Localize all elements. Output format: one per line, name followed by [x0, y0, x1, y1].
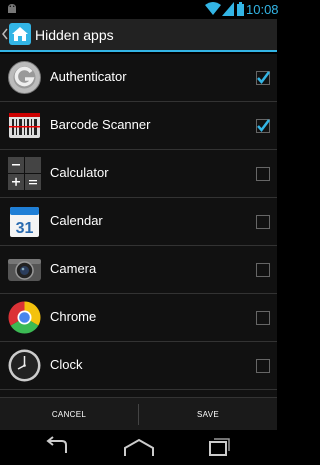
dialog-button-bar: CANCEL SAVE — [0, 397, 277, 430]
list-item[interactable]: Camera — [0, 246, 277, 294]
status-bar: 10:08 — [0, 0, 279, 19]
app-list[interactable]: Authenticator Barcode Scanner Calculator… — [0, 54, 277, 397]
recent-apps-icon[interactable] — [198, 436, 238, 458]
calendar-icon: 31 — [10, 207, 39, 237]
clock-icon — [8, 349, 41, 382]
app-label: Chrome — [50, 309, 97, 324]
back-icon[interactable] — [38, 436, 78, 458]
app-label: Calendar — [50, 213, 103, 228]
calculator-icon — [8, 157, 41, 190]
checkbox-unchecked[interactable] — [256, 311, 270, 325]
save-button[interactable]: SAVE — [139, 398, 277, 431]
app-label: Camera — [50, 261, 97, 276]
navigation-bar — [0, 430, 277, 465]
list-item[interactable]: Clock — [0, 342, 277, 390]
android-icon — [8, 4, 16, 13]
status-time: 10:08 — [246, 2, 279, 17]
app-label: Authenticator — [50, 69, 127, 84]
authenticator-icon — [8, 61, 41, 94]
list-item[interactable]: 31 Calendar — [0, 198, 277, 246]
action-bar: Hidden apps — [0, 19, 277, 52]
checkbox-checked[interactable] — [256, 71, 270, 85]
chevron-left-icon[interactable] — [2, 27, 8, 41]
battery-icon — [237, 2, 244, 16]
list-item[interactable]: Chrome — [0, 294, 277, 342]
list-item[interactable]: Calculator — [0, 150, 277, 198]
signal-icon — [222, 2, 234, 16]
cancel-button[interactable]: CANCEL — [0, 398, 138, 431]
checkbox-unchecked[interactable] — [256, 215, 270, 229]
list-item[interactable]: Barcode Scanner — [0, 102, 277, 150]
list-item[interactable]: Authenticator — [0, 54, 277, 102]
app-label: Calculator — [50, 165, 109, 180]
barcode-scanner-icon — [9, 113, 40, 138]
checkbox-unchecked[interactable] — [256, 359, 270, 373]
checkbox-unchecked[interactable] — [256, 167, 270, 181]
home-icon[interactable] — [9, 23, 31, 45]
app-label: Barcode Scanner — [50, 117, 151, 132]
calendar-icon-text: 31 — [16, 220, 34, 237]
home-nav-icon[interactable] — [119, 436, 159, 458]
app-label: Clock — [50, 357, 83, 372]
page-title: Hidden apps — [35, 27, 114, 43]
checkbox-checked[interactable] — [256, 119, 270, 133]
camera-icon — [8, 259, 41, 281]
checkbox-unchecked[interactable] — [256, 263, 270, 277]
wifi-icon — [205, 2, 221, 15]
chrome-icon — [8, 301, 41, 334]
